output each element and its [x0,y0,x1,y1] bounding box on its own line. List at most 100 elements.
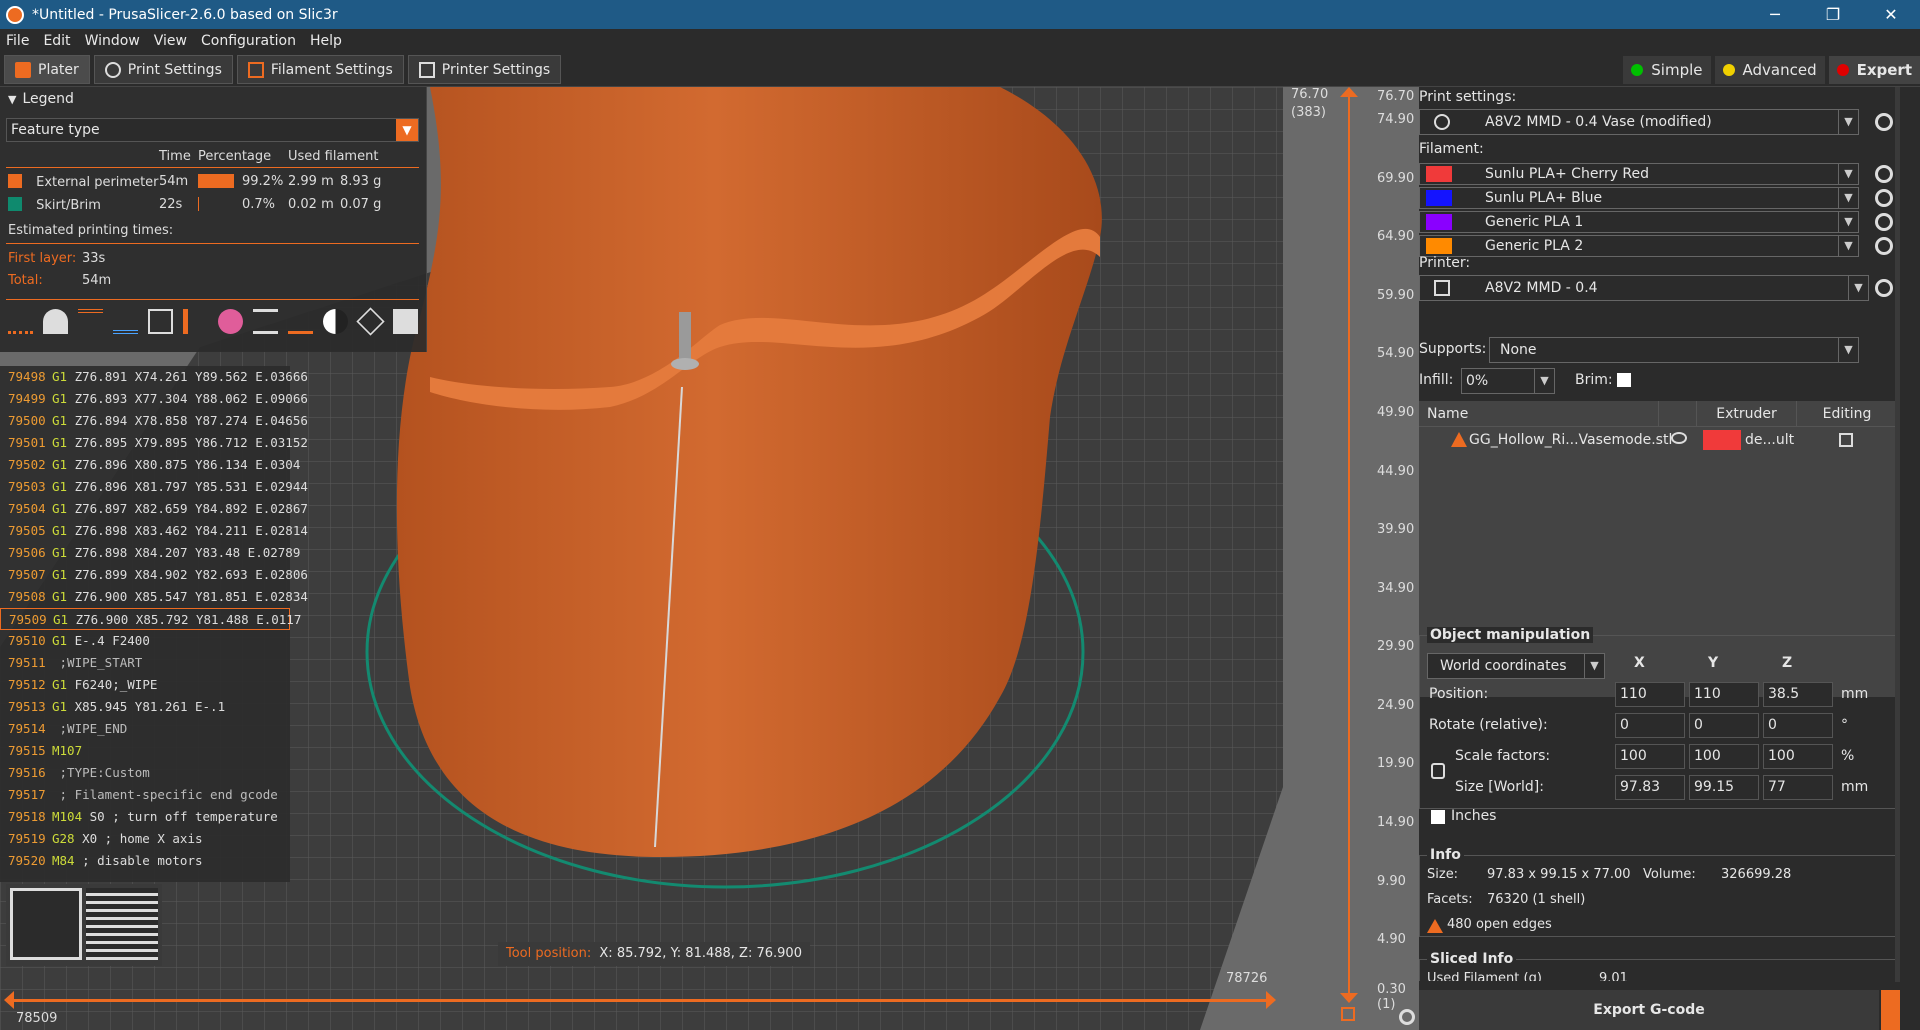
legend-row-external-perimeter[interactable]: External perimeter [8,174,159,190]
position-x-input[interactable]: 110 [1615,682,1685,707]
gcode-viewer[interactable]: 79498 G1 Z76.891 X74.261 Y89.562 E.03666 7… [0,366,308,882]
tab-print-settings[interactable]: Print Settings [93,55,233,84]
brim-checkbox[interactable] [1617,373,1631,387]
gcode-line[interactable]: 79511 ;WIPE_START [0,652,290,674]
menu-configuration[interactable]: Configuration [201,33,296,49]
deretractions-icon[interactable] [113,309,138,334]
custom-gcode-icon[interactable] [288,309,313,334]
gcode-line[interactable]: 79505 G1 Z76.898 X83.462 Y84.211 E.02814 [0,520,308,542]
gcode-line[interactable]: 79512 G1 F6240;_WIPE [0,674,290,696]
tool-changes-icon[interactable] [183,309,208,334]
printer-combo[interactable]: A8V2 MMD - 0.4 ▼ [1419,275,1869,301]
position-z-input[interactable]: 38.5 [1763,682,1833,707]
minimize-button[interactable]: ─ [1746,0,1804,29]
legend-header[interactable]: ▼ Legend [0,87,426,111]
gcode-line[interactable]: 79514 ;WIPE_END [0,718,290,740]
col-name[interactable]: Name [1419,401,1659,426]
legend-row-skirt-brim[interactable]: Skirt/Brim [8,197,101,213]
gcode-line[interactable]: 79499 G1 Z76.893 X77.304 Y88.062 E.09066 [0,388,308,410]
menu-edit[interactable]: Edit [43,33,70,49]
filament-color-swatch[interactable] [1426,238,1452,254]
filament-combo[interactable]: Sunlu PLA+ Blue ▼ [1419,187,1859,209]
center-of-gravity-icon[interactable] [323,309,348,334]
gcode-line[interactable]: 79507 G1 Z76.899 X84.902 Y82.693 E.02806 [0,564,308,586]
travel-icon[interactable] [8,309,33,334]
filament-color-swatch[interactable] [1426,214,1452,230]
print-settings-edit-icon[interactable] [1875,113,1893,131]
gcode-line[interactable]: 79515 M107 [0,740,290,762]
filament-color-swatch[interactable] [1426,166,1452,182]
filament-combo[interactable]: Sunlu PLA+ Cherry Red ▼ [1419,163,1859,185]
inches-checkbox[interactable] [1431,810,1445,824]
bottom-thumb-icon[interactable] [1340,993,1358,1003]
col-editing[interactable]: Editing [1797,401,1897,426]
close-button[interactable]: ✕ [1862,0,1920,29]
tool-marker-icon[interactable] [393,309,418,334]
gcode-line[interactable]: 79513 G1 X85.945 Y81.261 E-.1 [0,696,290,718]
lock-icon[interactable] [1341,1007,1355,1021]
send-to-printer-icon[interactable] [1881,990,1900,1030]
rotate-y-input[interactable]: 0 [1689,713,1759,738]
pause-prints-icon[interactable] [253,309,278,334]
color-changes-icon[interactable] [218,309,243,334]
menu-file[interactable]: File [6,33,29,49]
tab-printer-settings[interactable]: Printer Settings [407,55,562,84]
mode-expert-button[interactable]: Expert [1828,56,1920,84]
filament-edit-icon[interactable] [1875,237,1893,255]
mode-advanced-button[interactable]: Advanced [1714,56,1825,84]
gcode-line[interactable]: 79501 G1 Z76.895 X79.895 Y86.712 E.03152 [0,432,308,454]
gcode-line[interactable]: 79516 ;TYPE:Custom [0,762,290,784]
eye-icon[interactable] [1671,432,1687,444]
object-extruder[interactable]: de...ult [1745,427,1794,453]
preview-layers-icon[interactable] [86,888,158,960]
supports-combo[interactable]: None ▼ [1489,337,1859,363]
gcode-line[interactable]: 79498 G1 Z76.891 X74.261 Y89.562 E.03666 [0,366,308,388]
filament-edit-icon[interactable] [1875,189,1893,207]
wipe-icon[interactable] [43,309,68,334]
infill-combo[interactable]: 0% ▼ [1461,368,1555,394]
menu-window[interactable]: Window [85,33,140,49]
size-z-input[interactable]: 77 [1763,775,1833,800]
filament-edit-icon[interactable] [1875,165,1893,183]
gcode-line[interactable]: 79502 G1 Z76.896 X80.875 Y86.134 E.0304 [0,454,300,476]
mode-simple-button[interactable]: Simple [1623,56,1711,84]
left-thumb-icon[interactable] [4,991,14,1009]
horizontal-slider[interactable]: 78726 78509 [0,965,1283,1030]
gcode-line[interactable]: 79510 G1 E-.4 F2400 [0,630,290,652]
filament-color-swatch[interactable] [1426,190,1452,206]
sidebar-scrollbar[interactable] [1895,87,1900,982]
gcode-line[interactable]: 79519 G28 X0 ; home X axis [0,828,290,850]
col-extruder[interactable]: Extruder [1697,401,1797,426]
gcode-line[interactable]: 79517 ; Filament-specific end gcode [0,784,290,806]
gcode-line[interactable]: 79518 M104 S0 ; turn off temperature [0,806,290,828]
print-settings-combo[interactable]: A8V2 MMD - 0.4 Vase (modified) ▼ [1419,109,1859,135]
gcode-line[interactable]: 79508 G1 Z76.900 X85.547 Y81.851 E.02834 [0,586,308,608]
rotate-x-input[interactable]: 0 [1615,713,1685,738]
menu-help[interactable]: Help [310,33,342,49]
layer-slider[interactable]: 76.70 (383) 74.90 69.90 64.90 59.90 54.90 49.… [1283,87,1419,1030]
maximize-button[interactable]: ❐ [1804,0,1862,29]
coordinates-combo[interactable]: World coordinates ▼ [1427,653,1605,679]
gcode-line[interactable]: 79503 G1 Z76.896 X81.797 Y85.531 E.02944 [0,476,308,498]
feature-type-select[interactable]: Feature type ▼ [6,118,419,142]
object-row[interactable]: GG_Hollow_Ri...Vasemode.stl de...ult [1419,427,1899,453]
gcode-line[interactable]: 79504 G1 Z76.897 X82.659 Y84.892 E.02867 [0,498,308,520]
filament-edit-icon[interactable] [1875,213,1893,231]
tab-filament-settings[interactable]: Filament Settings [236,55,404,84]
gcode-line[interactable]: 79506 G1 Z76.898 X84.207 Y83.48 E.02789 [0,542,300,564]
scale-z-input[interactable]: 100 [1763,744,1833,769]
shells-icon[interactable] [356,307,385,336]
scale-x-input[interactable]: 100 [1615,744,1685,769]
scale-y-input[interactable]: 100 [1689,744,1759,769]
lock-icon[interactable] [1431,763,1445,779]
position-y-input[interactable]: 110 [1689,682,1759,707]
right-thumb-icon[interactable] [1266,991,1276,1009]
3d-view-icon[interactable] [10,888,82,960]
cog-icon[interactable] [1399,1009,1415,1025]
top-thumb-icon[interactable] [1340,87,1358,97]
menu-view[interactable]: View [154,33,187,49]
filament-combo[interactable]: Generic PLA 1 ▼ [1419,211,1859,233]
filament-combo[interactable]: Generic PLA 2 ▼ [1419,235,1859,257]
export-gcode-button[interactable]: Export G-code [1419,990,1879,1030]
gcode-line[interactable]: 79500 G1 Z76.894 X78.858 Y87.274 E.04656 [0,410,308,432]
